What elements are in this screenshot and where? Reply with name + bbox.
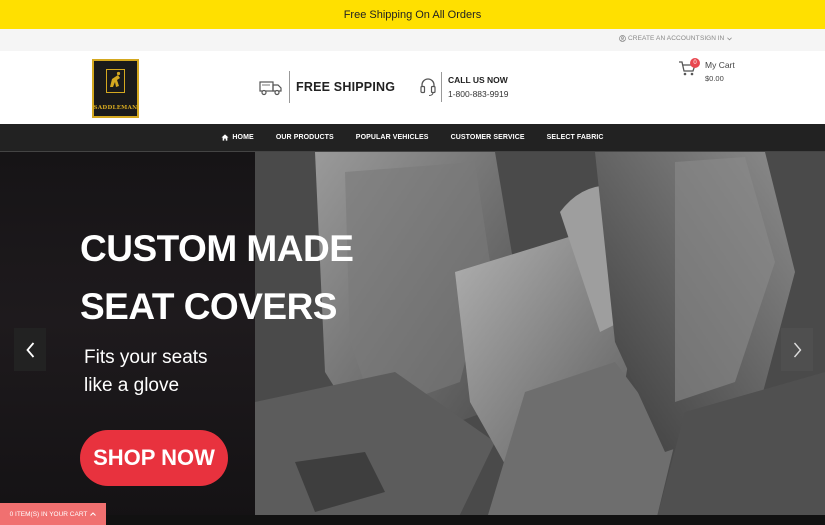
nav-item-select-fabric[interactable]: SELECT FABRIC (536, 134, 615, 141)
hero-subheadline-line-1: Fits your seats (84, 347, 208, 368)
call-us-text: CALL US NOW 1-800-883-9919 (448, 75, 509, 99)
cart-total: $0.00 (705, 74, 724, 83)
hero-headline-line-2: SEAT COVERS (80, 286, 337, 327)
nav-item-label: HOME (232, 134, 254, 141)
sticky-cart-bar[interactable]: 0 ITEM(S) IN YOUR CART (0, 503, 106, 525)
chevron-left-icon (25, 341, 34, 358)
logo-emblem-icon (106, 69, 125, 93)
slider-next-button[interactable] (781, 328, 813, 371)
create-account-label: CREATE AN ACCOUNT (628, 35, 700, 42)
divider (289, 71, 290, 103)
sign-in-label: SIGN IN (700, 35, 725, 42)
car-seats-illustration (255, 152, 825, 525)
content-strip (106, 515, 825, 525)
headset-icon (420, 78, 436, 96)
cart-label: My Cart (705, 60, 735, 70)
chevron-right-icon (793, 342, 801, 357)
promo-banner: Free Shipping On All Orders (0, 0, 825, 29)
saddleman-logo[interactable]: SADDLEMAN (92, 59, 139, 118)
nav-item-label: SELECT FABRIC (546, 134, 604, 141)
shop-now-button[interactable]: SHOP NOW (80, 430, 228, 486)
cart-bar-text: 0 ITEM(S) IN YOUR CART (9, 510, 88, 518)
nav-item-customer-service[interactable]: CUSTOMER SERVICE (440, 134, 536, 141)
home-icon (221, 134, 229, 141)
promo-text: Free Shipping On All Orders (343, 8, 482, 21)
user-icon (619, 35, 626, 42)
phone-number[interactable]: 1-800-883-9919 (448, 89, 509, 99)
main-navigation: HOME OUR PRODUCTS POPULAR VEHICLES CUSTO… (0, 124, 825, 152)
divider (441, 72, 442, 102)
chevron-down-icon (727, 36, 733, 40)
hero-slider: CUSTOM MADE SEAT COVERS Fits your seats … (0, 152, 825, 525)
slider-prev-button[interactable] (14, 328, 46, 371)
call-us-title: CALL US NOW (448, 75, 508, 85)
hero-subheadline: Fits your seats like a glove (84, 344, 208, 400)
mini-cart[interactable]: 0 My Cart $0.00 (678, 58, 735, 83)
hero-headline: CUSTOM MADE SEAT COVERS (80, 220, 354, 336)
site-header: SADDLEMAN FREE SHIPPING CALL US NOW 1-80… (0, 51, 825, 124)
truck-icon (259, 81, 282, 96)
seat-covers-image (255, 152, 825, 525)
hero-subheadline-line-2: like a glove (84, 375, 180, 396)
nav-item-popular-vehicles[interactable]: POPULAR VEHICLES (345, 134, 440, 141)
chevron-up-icon (90, 512, 97, 516)
nav-item-label: POPULAR VEHICLES (355, 134, 429, 141)
logo-text: SADDLEMAN (93, 105, 138, 111)
call-us-block: CALL US NOW 1-800-883-9919 (419, 72, 509, 102)
sign-in-link[interactable]: SIGN IN (700, 35, 733, 42)
cart-count-badge: 0 (690, 58, 700, 68)
free-shipping-label: FREE SHIPPING (296, 80, 396, 94)
free-shipping-block: FREE SHIPPING (259, 71, 395, 103)
create-account-link[interactable]: CREATE AN ACCOUNT (619, 35, 700, 42)
nav-item-label: OUR PRODUCTS (275, 134, 334, 141)
nav-item-home[interactable]: HOME (210, 134, 264, 141)
nav-item-label: CUSTOMER SERVICE (450, 134, 525, 141)
hero-headline-line-1: CUSTOM MADE (80, 228, 354, 269)
utility-bar: CREATE AN ACCOUNT SIGN IN (0, 29, 825, 51)
nav-item-our-products[interactable]: OUR PRODUCTS (265, 134, 345, 141)
